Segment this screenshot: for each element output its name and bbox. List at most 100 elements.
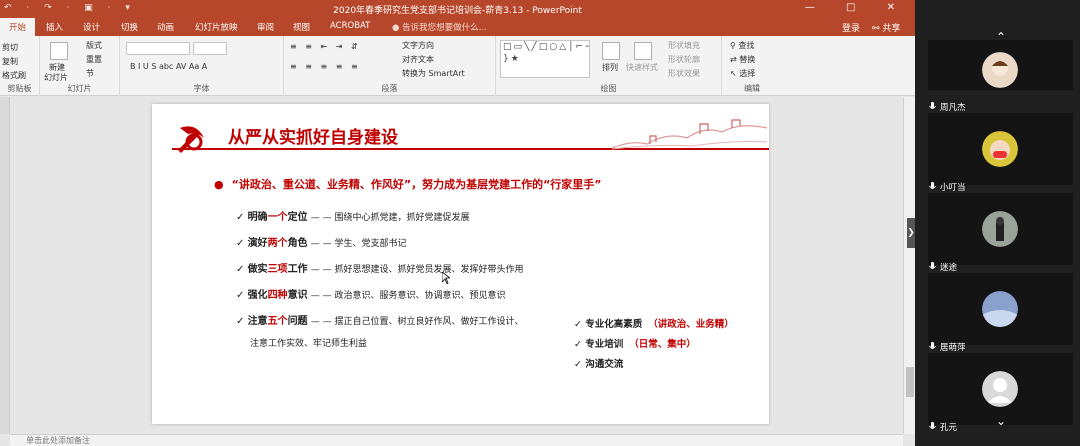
list-item: ✓ 演好两个角色 — — 学生、党支部书记 [236,234,406,249]
right-item-note: （日常、集中） [629,339,696,350]
item-key: 明确 [247,212,268,223]
layout-button[interactable]: 版式 [86,40,102,51]
checkmark-icon: ✓ [574,359,586,370]
participant-tile[interactable] [928,273,1073,345]
replace-label: 替换 [739,55,756,64]
group-paragraph: ≡ ≡ ⇤ ⇥ ⇵ ≡ ≡ ≡ ≡ ≡ 文字方向 对齐文本 转换为 SmartA… [284,36,496,96]
checkmark-icon: ✓ [236,290,248,301]
section-button[interactable]: 节 [86,68,94,79]
mic-icon [929,102,936,109]
text-direction-button[interactable]: 文字方向 [402,40,434,51]
shape-effects-button[interactable]: 形状效果 [668,68,700,79]
font-name-field[interactable] [126,42,190,55]
login-link[interactable]: 登录 [842,21,860,34]
reset-button[interactable]: 重置 [86,54,102,65]
tab-slideshow[interactable]: 幻灯片放映 [195,21,238,33]
arrange-button[interactable]: 排列 [602,62,618,73]
ribbon-tabs: 开始 插入 设计 切换 动画 幻灯片放映 审阅 视图 ACROBAT ● 告诉我… [0,18,915,36]
avatar [982,211,1018,247]
format-painter-button[interactable]: 格式刷 [2,70,26,81]
quick-styles-button[interactable]: 快速样式 [626,62,658,73]
tab-view[interactable]: 视图 [293,21,310,33]
participant-tile[interactable] [928,113,1073,185]
tell-me-search[interactable]: ● 告诉我您想要做什么... [392,21,487,33]
participant-name-text: 迷途 [940,263,958,273]
avatar-image [982,131,1018,167]
select-label: 选择 [739,69,756,78]
right-list-item: ✓ 专业培训 （日常、集中） [574,336,696,350]
new-slide-label-2[interactable]: 幻灯片 [44,72,68,83]
select-button[interactable]: ↖ 选择 [730,68,755,79]
group-slides: 新建 幻灯片 版式 重置 节 幻灯片 [40,36,120,96]
group-label: 绘图 [600,84,617,93]
cut-button[interactable]: 剪切 [2,42,18,53]
right-item-note: （讲政治、业务精） [648,319,734,330]
window-controls[interactable]: — □ ✕ [805,2,909,13]
slide-canvas[interactable]: 从严从实抓好自身建设 ● “讲政治、重公道、业务精、作风好”，努力成为基层党建工作… [152,104,769,424]
chevron-down-icon[interactable]: ⌄ [994,414,1008,428]
share-button[interactable]: ⚯ 共享 [872,21,900,34]
item-highlight: 三项 [267,264,288,275]
list-item: ✓ 明确一个定位 — — 围绕中心抓党建，抓好党建促发展 [236,208,469,223]
group-label: 剪贴板 [7,84,32,93]
shape-fill-button[interactable]: 形状填充 [668,40,700,51]
checkmark-icon: ✓ [236,264,248,275]
replace-button[interactable]: ⇄ 替换 [730,54,755,65]
group-label: 幻灯片 [67,84,92,93]
shape-outline-button[interactable]: 形状轮廓 [668,54,700,65]
notes-pane[interactable]: 单击此处添加备注 [10,434,903,446]
powerpoint-window: ↶ · ↷ · ▣ · ▾ 2020年春季研究生党支部书记培训会-薪青3.13 … [0,0,915,446]
mic-icon [929,262,936,269]
item-key-end: 定位 [287,212,308,223]
new-slide-icon[interactable] [50,42,68,60]
replace-icon: ⇄ [730,55,740,64]
list-item: ✓ 强化四种意识 — — 政治意识、服务意识、协调意识、预见意识 [236,286,505,301]
participant-name-text: 周凡杰 [940,103,966,113]
right-item-label: 专业化高素质 [585,319,643,330]
checkmark-icon: ✓ [236,238,248,249]
font-format-buttons[interactable]: B I U S abc AV Aa A [130,62,207,71]
list-buttons[interactable]: ≡ ≡ ⇤ ⇥ ⇵ [290,42,361,51]
ribbon: 剪切 复制 格式刷 剪贴板 新建 幻灯片 版式 重置 节 幻灯片 B I U S… [0,36,915,96]
smartart-button[interactable]: 转换为 SmartArt [402,68,465,79]
shapes-gallery[interactable]: □▭╲╱□○△│⌐→⇨◇⬠⌒╰╮⤴{ }★ [500,40,590,78]
avatar [982,131,1018,167]
participant-tile[interactable] [928,193,1073,265]
tab-home[interactable]: 开始 [0,18,36,36]
item-key-end: 角色 [287,238,308,249]
item-key: 注意 [247,316,268,327]
tab-design[interactable]: 设计 [83,21,100,33]
participant-name: 居萌萍 [929,341,966,353]
item-key-end: 意识 [287,290,308,301]
align-buttons[interactable]: ≡ ≡ ≡ ≡ ≡ [290,62,361,71]
group-font: B I U S abc AV Aa A 字体 [120,36,284,96]
item-key: 强化 [247,290,268,301]
arrange-icon[interactable] [602,42,620,60]
checkmark-icon: ✓ [574,319,586,330]
tab-review[interactable]: 审阅 [257,21,274,33]
find-button[interactable]: ⚲ 查找 [730,40,754,51]
quick-styles-icon[interactable] [634,42,652,60]
group-label: 字体 [193,84,210,93]
font-size-field[interactable] [193,42,227,55]
checkmark-icon: ✓ [236,212,248,223]
tab-animations[interactable]: 动画 [157,21,174,33]
avatar [982,291,1018,327]
item-highlight: 五个 [267,316,288,327]
panel-toggle-arrow[interactable]: ❯ [907,218,915,248]
tab-acrobat[interactable]: ACROBAT [330,21,370,31]
great-wall-graphic [612,119,767,150]
avatar-image [982,291,1018,327]
participant-name-text: 小叮当 [940,183,966,193]
participant-tile[interactable] [928,40,1073,90]
window-title: 2020年春季研究生党支部书记培训会-薪青3.13 - PowerPoint [333,6,582,16]
mic-icon [929,422,936,429]
copy-button[interactable]: 复制 [2,56,18,67]
item-key-end: 问题 [287,316,308,327]
scrollbar-thumb[interactable] [906,367,914,397]
vertical-scrollbar[interactable] [903,97,915,434]
tab-insert[interactable]: 插入 [46,21,63,33]
thumbnail-pane-collapsed[interactable] [0,97,10,434]
tab-transitions[interactable]: 切换 [121,21,138,33]
align-text-button[interactable]: 对齐文本 [402,54,434,65]
